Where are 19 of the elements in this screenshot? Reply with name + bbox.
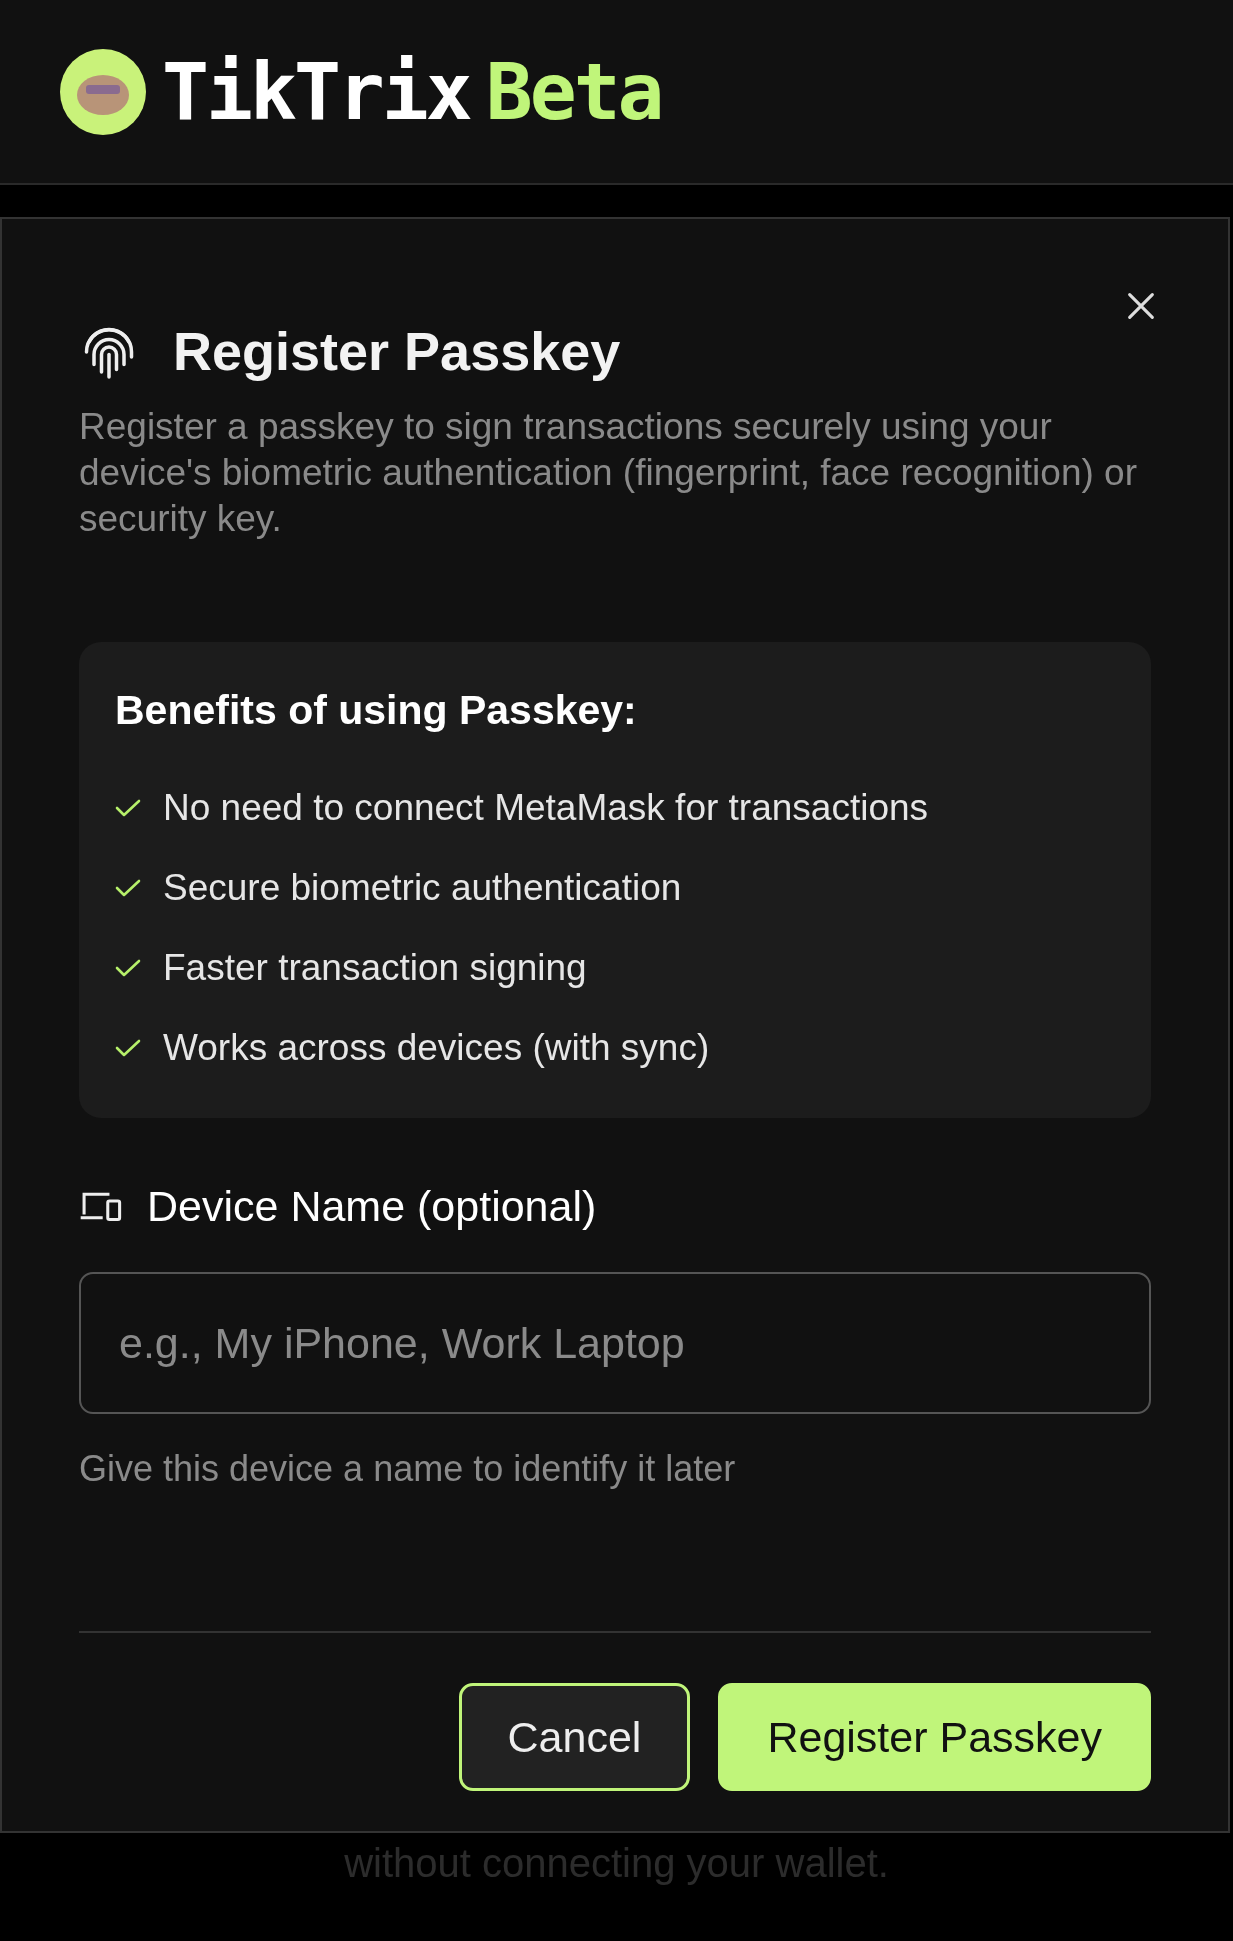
check-icon <box>115 877 141 898</box>
cancel-button[interactable]: Cancel <box>458 1683 691 1791</box>
help-text: Give this device a name to identify it later <box>79 1447 737 1491</box>
benefit-text: Secure biometric authentication <box>163 865 682 910</box>
field-label: Device Name (optional) <box>147 1180 597 1232</box>
check-icon <box>115 797 141 818</box>
dialog-description: Register a passkey to sign transactions securely using your device's biometric authentication (fingerprint, face recognition) or security key. <box>79 405 1138 541</box>
register-button[interactable]: Register Passkey <box>718 1683 1151 1791</box>
brand-name: TikTrix <box>162 52 470 131</box>
check-icon <box>115 957 141 978</box>
device-name-field[interactable]: e.g., My iPhone, Work Laptop <box>79 1272 1151 1414</box>
dialog-title: Register Passkey <box>173 320 621 383</box>
benefit-text: Faster transaction signing <box>163 945 587 990</box>
benefits-title: Benefits of using Passkey: <box>115 686 638 735</box>
mascot-logo-icon <box>60 48 146 135</box>
check-icon <box>115 1037 141 1058</box>
benefit-text: Works across devices (with sync) <box>163 1025 710 1070</box>
beta-label: Beta <box>485 52 662 131</box>
benefit-text: No need to connect MetaMask for transactions <box>163 785 929 830</box>
